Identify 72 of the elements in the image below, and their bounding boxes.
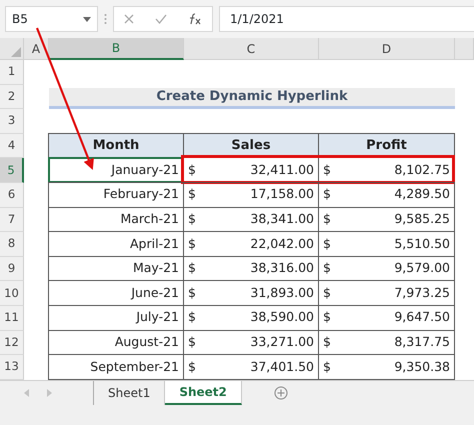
table-cell[interactable]: February-21 [48, 182, 184, 208]
row-header[interactable]: 13 [0, 355, 24, 380]
previous-sheet-icon[interactable] [24, 389, 29, 397]
amount: 8,317.75 [394, 332, 450, 351]
formula-field[interactable]: 1/1/2021 [219, 6, 474, 32]
row-header[interactable]: 4 [0, 134, 24, 158]
column-heading: Month [48, 132, 184, 158]
add-sheet-icon[interactable] [274, 386, 288, 400]
row-header[interactable]: 6 [0, 182, 24, 208]
amount: 38,590.00 [250, 308, 314, 326]
amount: 31,893.00 [250, 284, 314, 302]
row-header[interactable]: 2 [0, 84, 24, 110]
amount: 9,350.38 [394, 358, 450, 376]
function-icon[interactable] [188, 13, 202, 25]
currency-symbol: $ [188, 185, 196, 204]
amount: 33,271.00 [250, 332, 314, 351]
currency-symbol: $ [188, 160, 196, 179]
amount: 4,289.50 [394, 185, 450, 204]
amount: 38,341.00 [250, 210, 314, 228]
amount: 22,042.00 [250, 234, 314, 253]
table-cell[interactable]: September-21 [48, 354, 184, 380]
amount: 38,316.00 [250, 259, 314, 278]
row-header[interactable]: 5 [0, 158, 24, 183]
column-header[interactable]: C [184, 38, 319, 60]
row-header[interactable]: 3 [0, 109, 24, 134]
cell-reference: B5 [12, 11, 28, 28]
sheet-tab[interactable]: Sheet2 [165, 381, 242, 405]
amount: 9,647.50 [394, 308, 450, 326]
cancel-icon[interactable] [124, 14, 134, 24]
row-header[interactable]: 7 [0, 208, 24, 232]
amount: 17,158.00 [250, 185, 314, 204]
amount: 9,585.25 [394, 210, 450, 228]
currency-symbol: $ [323, 284, 331, 302]
currency-symbol: $ [323, 332, 331, 351]
sheet-title: Create Dynamic Hyperlink [49, 88, 455, 110]
column-header[interactable]: D [319, 38, 455, 60]
row-header[interactable]: 8 [0, 232, 24, 257]
currency-symbol: $ [188, 284, 196, 302]
currency-symbol: $ [188, 210, 196, 228]
row-header[interactable]: 12 [0, 330, 24, 356]
column-header[interactable] [455, 38, 474, 60]
currency-symbol: $ [188, 308, 196, 326]
currency-symbol: $ [323, 185, 331, 204]
row-header[interactable]: 1 [0, 60, 24, 85]
currency-symbol: $ [188, 234, 196, 253]
amount: 37,401.50 [250, 358, 314, 376]
currency-symbol: $ [323, 160, 331, 179]
currency-symbol: $ [323, 210, 331, 228]
check-icon[interactable] [154, 14, 167, 24]
table-cell[interactable]: January-21 [48, 157, 184, 183]
row-header[interactable]: 9 [0, 256, 24, 282]
column-header[interactable]: B [49, 38, 184, 60]
row-header[interactable]: 10 [0, 281, 24, 306]
select-all-icon[interactable] [11, 47, 21, 57]
currency-symbol: $ [323, 358, 331, 376]
currency-symbol: $ [323, 234, 331, 253]
grip-icon [104, 13, 107, 25]
currency-symbol: $ [323, 308, 331, 326]
amount: 5,510.50 [394, 234, 450, 253]
amount: 7,973.25 [394, 284, 450, 302]
dropdown-icon [83, 16, 91, 22]
column-header[interactable]: A [24, 38, 49, 60]
amount: 32,411.00 [250, 160, 314, 179]
row-header[interactable]: 11 [0, 306, 24, 331]
next-sheet-icon[interactable] [47, 389, 52, 397]
amount: 9,579.00 [394, 259, 450, 278]
currency-symbol: $ [188, 358, 196, 376]
currency-symbol: $ [188, 259, 196, 278]
name-box[interactable]: B5 [5, 6, 98, 32]
currency-symbol: $ [323, 259, 331, 278]
currency-symbol: $ [188, 332, 196, 351]
amount: 8,102.75 [394, 160, 450, 179]
